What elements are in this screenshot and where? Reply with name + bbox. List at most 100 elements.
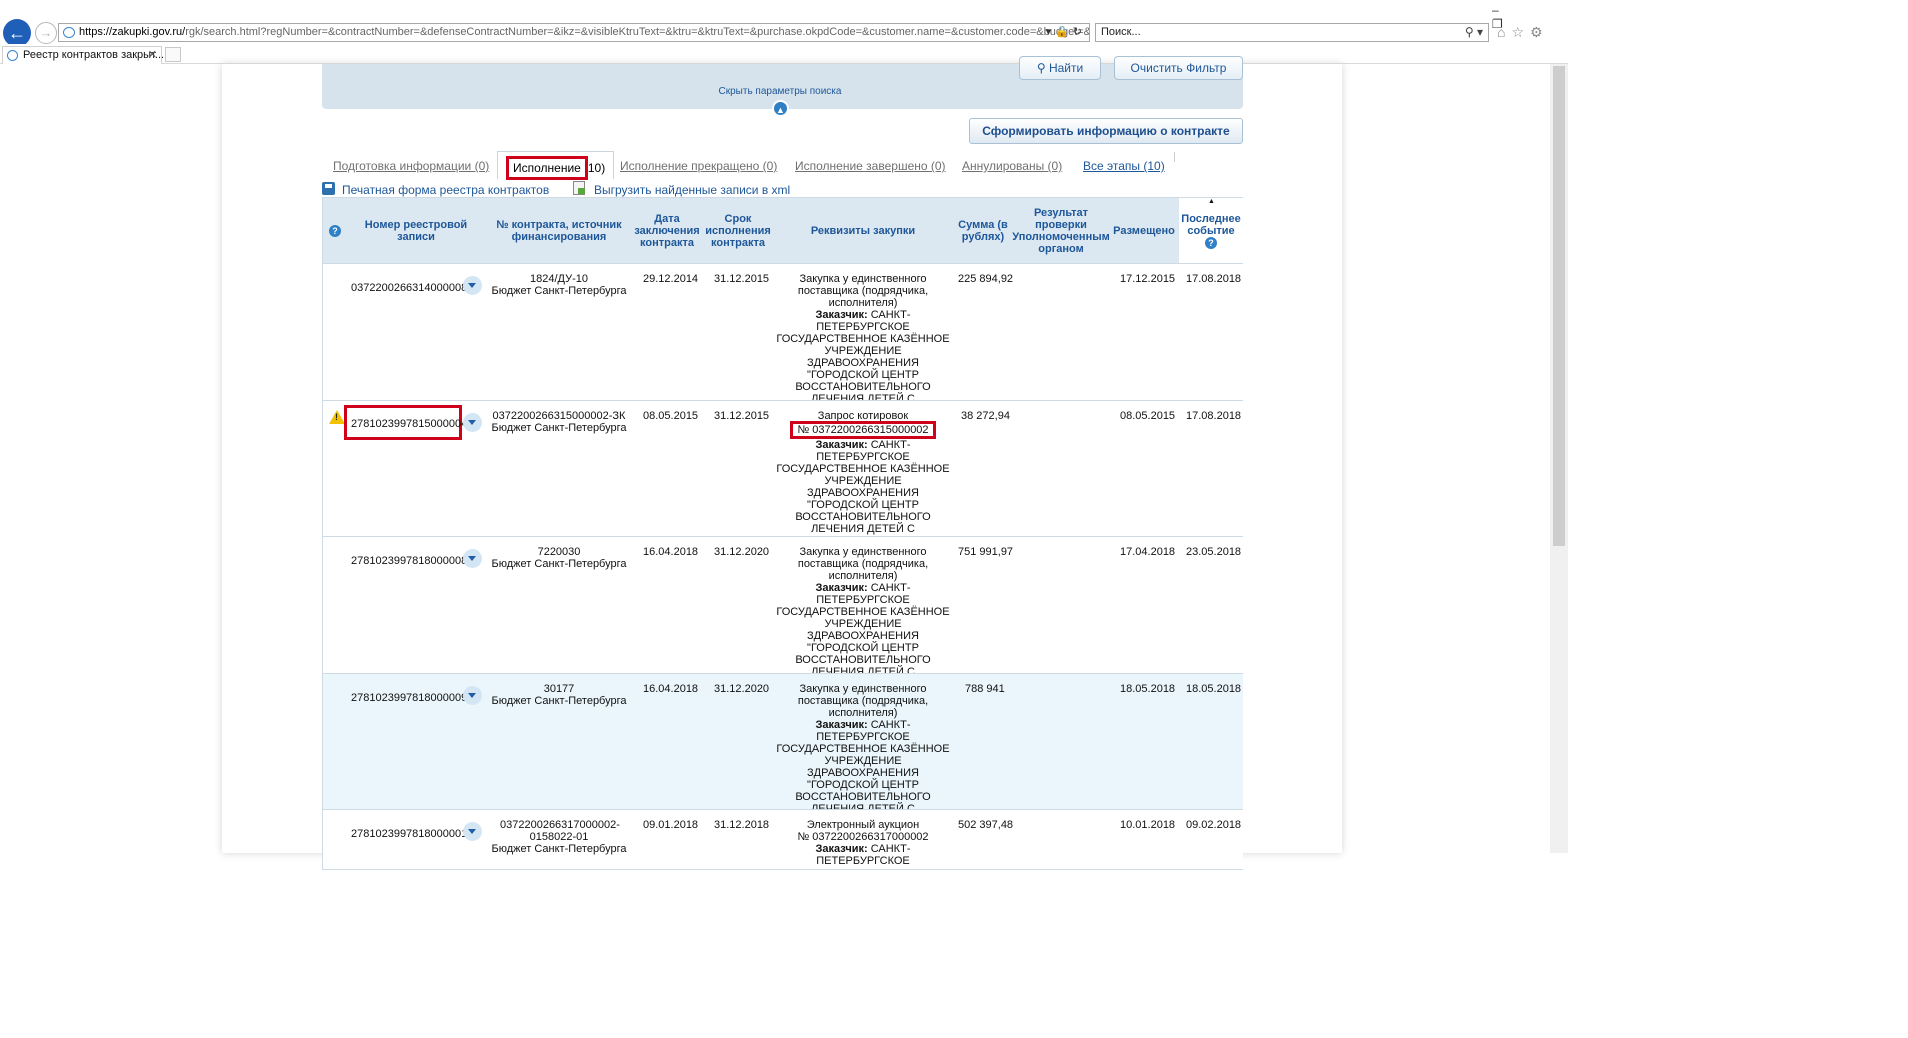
contract-sum: 502 397,48 bbox=[958, 819, 1014, 831]
contract-number-value[interactable]: 1824/ДУ-10 bbox=[491, 273, 627, 285]
last-event-date: 18.05.2018 bbox=[1186, 683, 1242, 695]
header-contract-term[interactable]: Срок исполнения контракта bbox=[703, 198, 773, 263]
customer-label: Заказчик: bbox=[815, 309, 868, 321]
reg-number-link[interactable]: 2781023997818000001 bbox=[351, 828, 467, 840]
export-xml-icon[interactable] bbox=[573, 181, 585, 195]
contract-date: 16.04.2018 bbox=[643, 546, 699, 558]
tab-cancelled[interactable]: Аннулированы (0) bbox=[962, 159, 1062, 173]
table-row: 2781023997818000008 7220030 Бюджет Санкт… bbox=[323, 536, 1243, 702]
chevron-down-icon[interactable] bbox=[463, 276, 482, 295]
funding-source: Бюджет Санкт-Петербурга bbox=[491, 558, 627, 570]
last-event-date: 17.08.2018 bbox=[1186, 410, 1242, 422]
form-contract-info-button[interactable]: Сформировать информацию о контракте bbox=[969, 118, 1243, 144]
tab-execution-terminated[interactable]: Исполнение прекращено (0) bbox=[620, 159, 777, 173]
tab-execution-completed[interactable]: Исполнение завершено (0) bbox=[795, 159, 946, 173]
export-xml-link[interactable]: Выгрузить найденные записи в xml bbox=[594, 183, 790, 197]
chevron-up-icon[interactable]: ▲ bbox=[772, 100, 789, 117]
reg-number-link[interactable]: 2781023997815000004 bbox=[344, 405, 467, 440]
forward-icon[interactable]: → bbox=[35, 22, 57, 44]
browser-search-input[interactable]: Поиск... ⚲ ▾ bbox=[1095, 23, 1489, 42]
contract-number: 30177 Бюджет Санкт-Петербурга bbox=[491, 683, 627, 707]
table-row: ! 2781023997815000004 037220026631500000… bbox=[323, 400, 1243, 559]
funding-source: Бюджет Санкт-Петербурга bbox=[491, 843, 627, 855]
chevron-down-icon[interactable] bbox=[463, 413, 482, 432]
contract-term: 31.12.2020 bbox=[714, 546, 770, 558]
contract-number: 7220030 Бюджет Санкт-Петербурга bbox=[491, 546, 627, 570]
purchase-method: Закупка у единственного поставщика (подр… bbox=[797, 683, 929, 719]
warning-mark-icon: ! bbox=[335, 412, 338, 422]
contract-number-value[interactable]: 7220030 bbox=[491, 546, 627, 558]
tab-execution-count: 10) bbox=[587, 161, 606, 175]
browser-tab[interactable]: Реестр контрактов закрыт... ✕ bbox=[2, 46, 164, 64]
posted-date: 18.05.2018 bbox=[1120, 683, 1176, 695]
header-sum[interactable]: Сумма (в рублях) bbox=[953, 198, 1013, 263]
home-star-gear-icon[interactable]: ⌂☆⚙ bbox=[1497, 24, 1549, 41]
address-bar[interactable]: https://zakupki.gov.ru/rgk/search.html?r… bbox=[58, 23, 1090, 42]
header-help[interactable]: ? bbox=[323, 198, 347, 263]
funding-source: Бюджет Санкт-Петербурга bbox=[491, 422, 627, 434]
url-path: rgk/search.html?regNumber=&contractNumbe… bbox=[185, 26, 1090, 38]
scrollbar-thumb[interactable] bbox=[1553, 66, 1565, 546]
contract-number: 0372200266315000002-ЗК Бюджет Санкт-Пете… bbox=[491, 410, 627, 434]
contract-date: 08.05.2015 bbox=[643, 410, 699, 422]
back-icon[interactable]: ← bbox=[3, 19, 31, 47]
tab-all-stages[interactable]: Все этапы (10) bbox=[1083, 159, 1165, 173]
address-tools-icon[interactable]: ▾🔒↻ bbox=[1046, 24, 1086, 41]
new-tab-button[interactable] bbox=[165, 47, 181, 62]
header-check-result[interactable]: Результат проверки Уполномоченным органо… bbox=[1012, 198, 1109, 263]
posted-date: 17.04.2018 bbox=[1120, 546, 1176, 558]
reg-number-link[interactable]: 2781023997818000008 bbox=[351, 555, 467, 567]
hide-search-params-link[interactable]: Скрыть параметры поиска bbox=[700, 86, 860, 97]
reg-number-link[interactable]: 0372200266314000008 bbox=[351, 282, 467, 294]
contract-sum: 225 894,92 bbox=[958, 273, 1014, 285]
purchase-method: Электронный аукцион bbox=[806, 819, 920, 831]
header-requisites[interactable]: Реквизиты закупки bbox=[775, 198, 951, 263]
find-label: Найти bbox=[1048, 61, 1084, 75]
tab-preparation[interactable]: Подготовка информации (0) bbox=[333, 159, 489, 173]
contract-date: 16.04.2018 bbox=[643, 683, 699, 695]
header-contract-number[interactable]: № контракта, источник финансирования bbox=[491, 198, 627, 263]
funding-source: Бюджет Санкт-Петербурга bbox=[491, 695, 627, 707]
funding-source: Бюджет Санкт-Петербурга bbox=[491, 285, 627, 297]
table-header: ? Номер реестровой записи № контракта, и… bbox=[323, 198, 1243, 263]
posted-date: 10.01.2018 bbox=[1120, 819, 1176, 831]
tab-execution[interactable]: Исполнение 10) bbox=[497, 151, 615, 180]
clear-filter-button[interactable]: Очистить Фильтр bbox=[1114, 56, 1243, 80]
header-last-event-label: Последнее событие bbox=[1181, 212, 1241, 237]
chevron-down-icon[interactable] bbox=[463, 822, 482, 841]
contracts-table: ? Номер реестровой записи № контракта, и… bbox=[322, 197, 1243, 870]
header-last-event[interactable]: Последнее событие ? bbox=[1179, 198, 1243, 263]
contract-term: 31.12.2018 bbox=[714, 819, 770, 831]
header-posted[interactable]: Размещено bbox=[1109, 198, 1179, 263]
tab-favicon-icon bbox=[7, 50, 18, 61]
purchase-number-link[interactable]: № 0372200266317000002 bbox=[775, 831, 951, 843]
last-event-date: 17.08.2018 bbox=[1186, 273, 1242, 285]
sort-arrow-icon[interactable]: ▲ bbox=[1208, 198, 1215, 205]
contract-sum: 751 991,97 bbox=[958, 546, 1014, 558]
customer-label: Заказчик: bbox=[815, 843, 868, 855]
header-reg-number[interactable]: Номер реестровой записи bbox=[347, 198, 485, 263]
help-icon[interactable]: ? bbox=[329, 224, 341, 237]
contract-term: 31.12.2020 bbox=[714, 683, 770, 695]
contract-number: 1824/ДУ-10 Бюджет Санкт-Петербурга bbox=[491, 273, 627, 297]
find-button[interactable]: ⚲ Найти bbox=[1019, 56, 1101, 80]
reg-number-link[interactable]: 2781023997818000009 bbox=[351, 692, 467, 704]
table-row: 2781023997818000001 0372200266317000002-… bbox=[323, 809, 1243, 869]
floppy-icon[interactable] bbox=[322, 182, 335, 195]
purchase-number-link[interactable]: № 0372200266315000002 bbox=[790, 421, 936, 439]
header-contract-date[interactable]: Дата заключения контракта bbox=[629, 198, 705, 263]
print-form-link[interactable]: Печатная форма реестра контрактов bbox=[342, 183, 549, 197]
customer-label: Заказчик: bbox=[815, 582, 868, 594]
help-icon[interactable]: ? bbox=[1205, 236, 1217, 249]
search-icon[interactable]: ⚲ ▾ bbox=[1465, 24, 1483, 41]
contract-number-value[interactable]: 30177 bbox=[491, 683, 627, 695]
contract-number-value[interactable]: 0372200266315000002-ЗК bbox=[491, 410, 627, 422]
contract-term: 31.12.2015 bbox=[714, 273, 770, 285]
close-icon[interactable]: ✕ bbox=[148, 47, 157, 63]
contract-number-value[interactable]: 0372200266317000002-0158022-01 bbox=[500, 819, 620, 843]
table-row: 2781023997818000009 30177 Бюджет Санкт-П… bbox=[323, 673, 1243, 839]
tab-execution-label: Исполнение bbox=[506, 156, 588, 180]
chevron-down-icon[interactable] bbox=[463, 549, 482, 568]
browser-toolbar: – ❐ ← → https://zakupki.gov.ru/rgk/searc… bbox=[0, 0, 1568, 47]
chevron-down-icon[interactable] bbox=[463, 686, 482, 705]
